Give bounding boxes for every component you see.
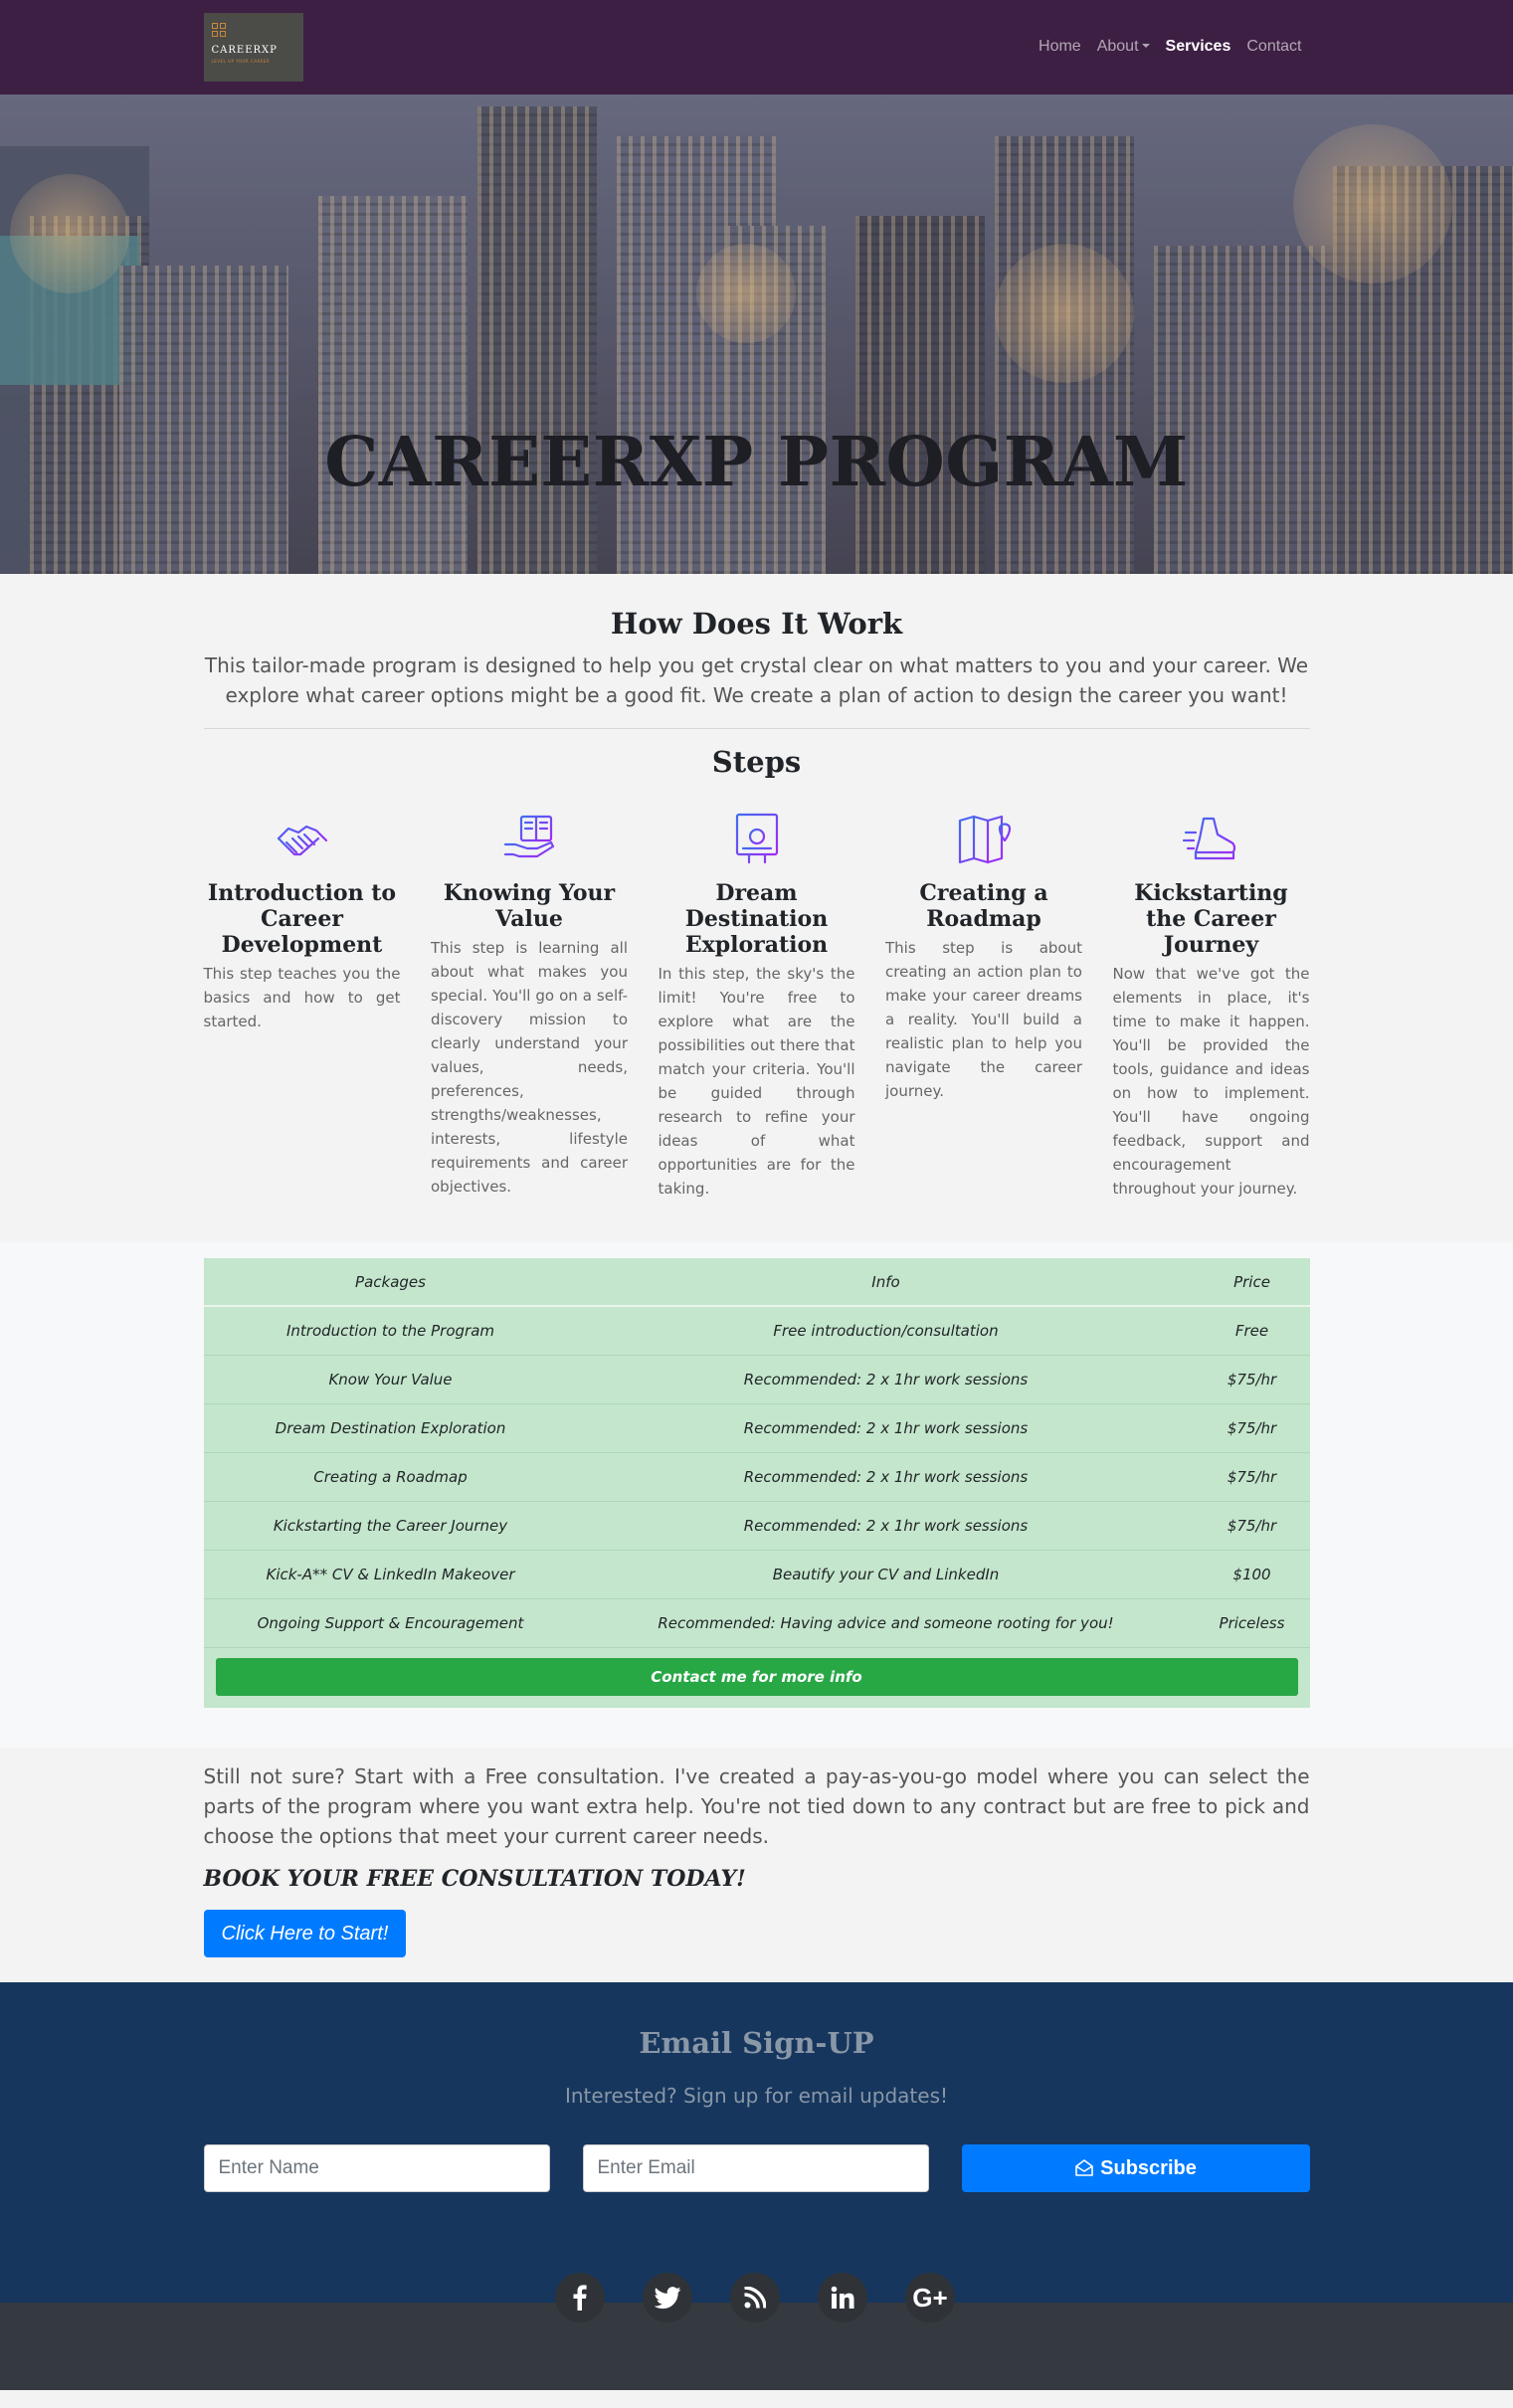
hero-banner: CAREERXP PROGRAM <box>0 94 1513 574</box>
map-pin-icon <box>958 815 1012 864</box>
package-cell: Dream Destination Exploration <box>275 1419 506 1437</box>
google-plus-icon[interactable]: G+ <box>905 2273 955 2322</box>
steps-title: Steps <box>711 745 802 779</box>
navbar: CAREERXP LEVEL UP YOUR CAREER Home About… <box>0 0 1513 94</box>
email-input[interactable] <box>582 2144 929 2192</box>
info-cell: Recommended: 2 x 1hr work sessions <box>743 1517 1029 1535</box>
running-shoe-icon <box>1182 817 1235 860</box>
footer: G+ <box>0 2273 1513 2390</box>
name-input[interactable] <box>203 2144 550 2192</box>
steps-row: Introduction to Career Development This … <box>204 809 1310 1242</box>
signup-form: Subscribe <box>203 2144 1310 2192</box>
step-title: Dream Destination Exploration <box>684 880 829 958</box>
package-cell: Ongoing Support & Encouragement <box>257 1614 524 1632</box>
nav-item-about-label: About <box>1096 38 1139 55</box>
subscribe-button[interactable]: Subscribe <box>961 2144 1310 2192</box>
signup-subtitle: Interested? Sign up for email updates! <box>564 2084 949 2108</box>
step-text: This step teaches you the basics and how… <box>203 965 401 1030</box>
book-hand-icon <box>503 815 555 858</box>
price-cell: $100 <box>1232 1566 1271 1583</box>
package-cell: Kickstarting the Career Journey <box>273 1517 508 1535</box>
table-row: Kickstarting the Career Journey Recommen… <box>203 1502 1310 1551</box>
logo-grid-icon <box>211 23 226 37</box>
nav-item-services[interactable]: Services <box>1166 38 1231 56</box>
nav-item-about[interactable]: About <box>1097 38 1150 56</box>
step-text: This step is about creating an action pl… <box>885 939 1082 1100</box>
social-links: G+ <box>0 2273 1513 2322</box>
google-plus-glyph: G+ <box>912 2282 948 2313</box>
handshake-icon <box>277 825 327 856</box>
step-card: Knowing Your Value This step is learning… <box>431 809 628 1201</box>
nav-item-contact[interactable]: Contact <box>1246 38 1301 56</box>
subscribe-label: Subscribe <box>1100 2156 1197 2179</box>
step-card: Dream Destination Exploration In this st… <box>659 809 855 1201</box>
table-header-row: Packages Info Price <box>203 1258 1310 1307</box>
pricing-section: Packages Info Price Introduction to the … <box>0 1242 1513 1748</box>
email-signup-section: Email Sign-UP Interested? Sign up for em… <box>0 1982 1513 2303</box>
chevron-down-icon <box>1141 44 1150 48</box>
column-header: Price <box>1233 1272 1270 1291</box>
price-cell: $75/hr <box>1227 1419 1277 1437</box>
logo[interactable]: CAREERXP LEVEL UP YOUR CAREER <box>203 13 303 82</box>
consultation-section: Still not sure? Start with a Free consul… <box>0 1748 1513 1982</box>
info-cell: Free introduction/consultation <box>773 1322 999 1340</box>
info-cell: Beautify your CV and LinkedIn <box>772 1566 1000 1583</box>
envelope-open-icon <box>1075 2159 1093 2176</box>
column-header: Info <box>871 1272 900 1291</box>
info-cell: Recommended: Having advice and someone r… <box>658 1614 1114 1632</box>
table-row: Introduction to the Program Free introdu… <box>203 1307 1310 1356</box>
nav-menu: Home About Services Contact <box>1039 38 1301 56</box>
how-it-works-section: How Does It Work This tailor-made progra… <box>0 574 1513 1242</box>
logo-text: CAREERXP <box>211 45 278 56</box>
facebook-icon[interactable] <box>555 2273 605 2322</box>
rss-icon[interactable] <box>730 2273 780 2322</box>
step-text: Now that we've got the elements in place… <box>1112 965 1310 1198</box>
price-cell: $75/hr <box>1227 1517 1277 1535</box>
hero-title: CAREERXP PROGRAM <box>324 423 1189 502</box>
price-cell: Priceless <box>1219 1614 1285 1632</box>
table-row: Dream Destination Exploration Recommende… <box>203 1404 1310 1453</box>
start-button[interactable]: Click Here to Start! <box>203 1910 407 1957</box>
table-row: Ongoing Support & Encouragement Recommen… <box>203 1599 1310 1648</box>
section-lead: This tailor-made program is designed to … <box>204 653 1309 707</box>
step-title: Kickstarting the Career Journey <box>1134 880 1288 958</box>
package-cell: Kick-A** CV & LinkedIn Makeover <box>266 1566 515 1583</box>
step-card: Creating a Roadmap This step is about cr… <box>885 809 1082 1201</box>
twitter-icon[interactable] <box>643 2273 692 2322</box>
table-row: Kick-A** CV & LinkedIn Makeover Beautify… <box>203 1551 1310 1599</box>
info-cell: Recommended: 2 x 1hr work sessions <box>743 1419 1029 1437</box>
signup-title: Email Sign-UP <box>639 2026 874 2060</box>
step-card: Kickstarting the Career Journey Now that… <box>1113 809 1310 1201</box>
presentation-board-icon <box>735 813 778 864</box>
info-cell: Recommended: 2 x 1hr work sessions <box>743 1371 1029 1389</box>
pricing-table: Packages Info Price Introduction to the … <box>203 1258 1310 1708</box>
price-cell: Free <box>1234 1322 1269 1340</box>
column-header: Packages <box>355 1272 426 1291</box>
package-cell: Creating a Roadmap <box>313 1468 468 1486</box>
consultation-heading: BOOK YOUR FREE CONSULTATION TODAY! <box>203 1866 746 1892</box>
step-text: In this step, the sky's the limit! You'r… <box>658 965 855 1198</box>
section-title: How Does It Work <box>610 607 903 641</box>
consultation-text: Still not sure? Start with a Free consul… <box>203 1764 1310 1848</box>
price-cell: $75/hr <box>1227 1371 1277 1389</box>
table-cta-row: Contact me for more info <box>204 1648 1310 1708</box>
linkedin-icon[interactable] <box>818 2273 867 2322</box>
contact-more-info-button[interactable]: Contact me for more info <box>215 1658 1298 1696</box>
logo-tagline: LEVEL UP YOUR CAREER <box>211 59 271 64</box>
package-cell: Introduction to the Program <box>285 1322 495 1340</box>
step-title: Introduction to Career Development <box>207 880 397 958</box>
nav-item-home[interactable]: Home <box>1039 38 1081 56</box>
info-cell: Recommended: 2 x 1hr work sessions <box>743 1468 1029 1486</box>
price-cell: $75/hr <box>1227 1468 1277 1486</box>
table-row: Creating a Roadmap Recommended: 2 x 1hr … <box>203 1453 1310 1502</box>
divider <box>203 728 1310 729</box>
step-text: This step is learning all about what mak… <box>431 939 628 1196</box>
package-cell: Know Your Value <box>328 1371 453 1389</box>
step-title: Knowing Your Value <box>443 880 616 932</box>
step-title: Creating a Roadmap <box>919 880 1048 932</box>
table-row: Know Your Value Recommended: 2 x 1hr wor… <box>203 1356 1310 1404</box>
step-card: Introduction to Career Development This … <box>204 809 401 1201</box>
